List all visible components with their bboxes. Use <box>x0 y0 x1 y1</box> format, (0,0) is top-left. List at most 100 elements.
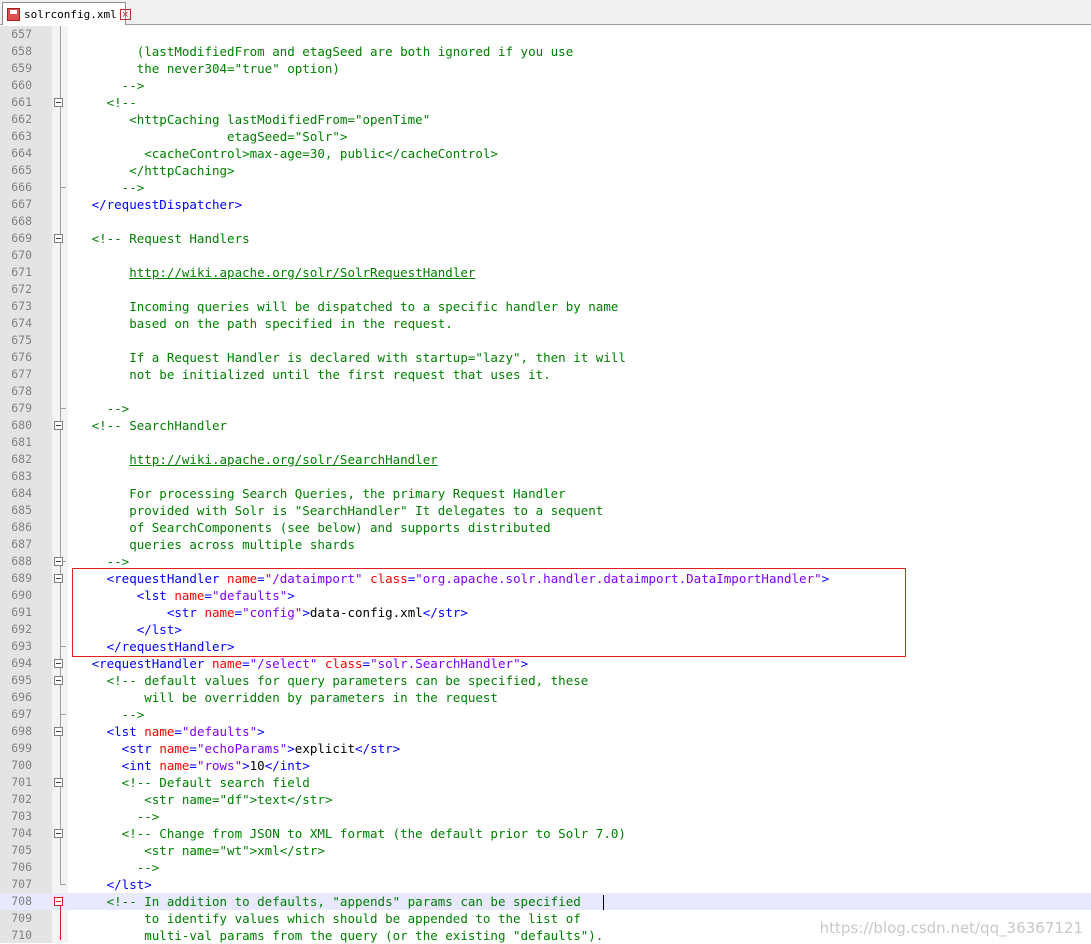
code-line[interactable]: 674 based on the path specified in the r… <box>0 315 1091 332</box>
line-text[interactable]: Incoming queries will be dispatched to a… <box>69 298 618 315</box>
code-line[interactable]: 668 <box>0 213 1091 230</box>
code-line[interactable]: 673 Incoming queries will be dispatched … <box>0 298 1091 315</box>
line-text[interactable]: http://wiki.apache.org/solr/SolrRequestH… <box>69 264 475 281</box>
code-line[interactable]: 700 <int name="rows">10</int> <box>0 757 1091 774</box>
code-line[interactable]: 658 (lastModifiedFrom and etagSeed are b… <box>0 43 1091 60</box>
fold-toggle-icon[interactable] <box>54 659 63 668</box>
line-text[interactable]: --> <box>69 859 160 876</box>
line-text[interactable]: <!-- default values for query parameters… <box>69 672 589 689</box>
line-text[interactable]: <!-- In addition to defaults, "appends" … <box>69 893 581 910</box>
line-text[interactable]: queries across multiple shards <box>69 536 355 553</box>
fold-toggle-icon[interactable] <box>54 98 63 107</box>
code-line[interactable]: 677 not be initialized until the first r… <box>0 366 1091 383</box>
fold-toggle-icon[interactable] <box>54 897 63 906</box>
code-line[interactable]: 667 </requestDispatcher> <box>0 196 1091 213</box>
code-line[interactable]: 692 </lst> <box>0 621 1091 638</box>
code-line[interactable]: 694 <requestHandler name="/select" class… <box>0 655 1091 672</box>
line-text[interactable]: <!-- Request Handlers <box>69 230 250 247</box>
line-text[interactable]: <str name="config">data-config.xml</str> <box>69 604 468 621</box>
code-line[interactable]: 657 <box>0 26 1091 43</box>
line-text[interactable]: --> <box>69 808 160 825</box>
code-line[interactable]: 662 <httpCaching lastModifiedFrom="openT… <box>0 111 1091 128</box>
line-text[interactable]: provided with Solr is "SearchHandler" It… <box>69 502 603 519</box>
code-line[interactable]: 661 <!-- <box>0 94 1091 111</box>
line-text[interactable]: </lst> <box>69 876 152 893</box>
code-line[interactable]: 682 http://wiki.apache.org/solr/SearchHa… <box>0 451 1091 468</box>
line-text[interactable]: <!-- SearchHandler <box>69 417 227 434</box>
fold-toggle-icon[interactable] <box>54 676 63 685</box>
code-line[interactable]: 706 --> <box>0 859 1091 876</box>
line-text[interactable]: (lastModifiedFrom and etagSeed are both … <box>69 43 574 60</box>
fold-toggle-icon[interactable] <box>54 234 63 243</box>
code-line[interactable]: 660 --> <box>0 77 1091 94</box>
code-line[interactable]: 687 queries across multiple shards <box>0 536 1091 553</box>
code-line[interactable]: 678 <box>0 383 1091 400</box>
line-text[interactable]: --> <box>69 77 145 94</box>
line-text[interactable]: </requestHandler> <box>69 638 235 655</box>
code-line[interactable]: 691 <str name="config">data-config.xml</… <box>0 604 1091 621</box>
line-text[interactable]: to identify values which should be appen… <box>69 910 581 927</box>
code-line[interactable]: 670 <box>0 247 1091 264</box>
close-icon[interactable]: × <box>119 8 131 20</box>
line-text[interactable]: <!-- <box>69 94 137 111</box>
code-line[interactable]: 696 will be overridden by parameters in … <box>0 689 1091 706</box>
code-line[interactable]: 681 <box>0 434 1091 451</box>
code-line[interactable]: 669 <!-- Request Handlers <box>0 230 1091 247</box>
code-line[interactable]: 659 the never304="true" option) <box>0 60 1091 77</box>
line-text[interactable]: </requestDispatcher> <box>69 196 243 213</box>
code-line[interactable]: 663 etagSeed="Solr"> <box>0 128 1091 145</box>
code-line[interactable]: 689 <requestHandler name="/dataimport" c… <box>0 570 1091 587</box>
line-text[interactable]: --> <box>69 400 130 417</box>
code-line[interactable]: 702 <str name="df">text</str> <box>0 791 1091 808</box>
line-text[interactable]: <!-- Default search field <box>69 774 310 791</box>
code-line[interactable]: 686 of SearchComponents (see below) and … <box>0 519 1091 536</box>
code-line[interactable]: 705 <str name="wt">xml</str> <box>0 842 1091 859</box>
code-link[interactable]: http://wiki.apache.org/solr/SolrRequestH… <box>129 265 475 280</box>
code-line[interactable]: 672 <box>0 281 1091 298</box>
line-text[interactable]: --> <box>69 706 145 723</box>
line-text[interactable]: --> <box>69 553 130 570</box>
fold-toggle-icon[interactable] <box>54 829 63 838</box>
code-link[interactable]: http://wiki.apache.org/solr/SearchHandle… <box>129 452 438 467</box>
code-line[interactable]: 707 </lst> <box>0 876 1091 893</box>
line-text[interactable]: <str name="echoParams">explicit</str> <box>69 740 401 757</box>
line-text[interactable]: <httpCaching lastModifiedFrom="openTime" <box>69 111 430 128</box>
line-text[interactable]: --> <box>69 179 145 196</box>
line-text[interactable]: <cacheControl>max-age=30, public</cacheC… <box>69 145 498 162</box>
line-text[interactable]: not be initialized until the first reque… <box>69 366 550 383</box>
code-line[interactable]: 703 --> <box>0 808 1091 825</box>
code-line[interactable]: 708 <!-- In addition to defaults, "appen… <box>0 893 1091 910</box>
code-line[interactable]: 698 <lst name="defaults"> <box>0 723 1091 740</box>
line-text[interactable]: </lst> <box>69 621 182 638</box>
line-text[interactable]: <lst name="defaults"> <box>69 723 265 740</box>
line-text[interactable]: <str name="df">text</str> <box>69 791 332 808</box>
fold-toggle-icon[interactable] <box>54 778 63 787</box>
code-line[interactable]: 699 <str name="echoParams">explicit</str… <box>0 740 1091 757</box>
file-tab-solrconfig[interactable]: solrconfig.xml × <box>2 2 131 25</box>
code-line[interactable]: 664 <cacheControl>max-age=30, public</ca… <box>0 145 1091 162</box>
code-line[interactable]: 675 <box>0 332 1091 349</box>
code-line[interactable]: 671 http://wiki.apache.org/solr/SolrRequ… <box>0 264 1091 281</box>
line-text[interactable]: <requestHandler name="/select" class="so… <box>69 655 529 672</box>
line-text[interactable]: <lst name="defaults"> <box>69 587 295 604</box>
code-line[interactable]: 695 <!-- default values for query parame… <box>0 672 1091 689</box>
code-editor[interactable]: 657 658 (lastModifiedFrom and etagSeed ar… <box>0 26 1091 943</box>
code-line[interactable]: 690 <lst name="defaults"> <box>0 587 1091 604</box>
line-text[interactable]: <!-- Change from JSON to XML format (the… <box>69 825 626 842</box>
code-line[interactable]: 666 --> <box>0 179 1091 196</box>
line-text[interactable]: of SearchComponents (see below) and supp… <box>69 519 550 536</box>
line-text[interactable]: the never304="true" option) <box>69 60 340 77</box>
code-line[interactable]: 693 </requestHandler> <box>0 638 1091 655</box>
line-text[interactable]: <int name="rows">10</int> <box>69 757 310 774</box>
line-text[interactable]: If a Request Handler is declared with st… <box>69 349 626 366</box>
code-line[interactable]: 704 <!-- Change from JSON to XML format … <box>0 825 1091 842</box>
code-area[interactable]: 657 658 (lastModifiedFrom and etagSeed ar… <box>0 26 1091 943</box>
line-text[interactable]: based on the path specified in the reque… <box>69 315 453 332</box>
line-text[interactable]: http://wiki.apache.org/solr/SearchHandle… <box>69 451 438 468</box>
code-line[interactable]: 688 --> <box>0 553 1091 570</box>
code-line[interactable]: 680 <!-- SearchHandler <box>0 417 1091 434</box>
code-line[interactable]: 701 <!-- Default search field <box>0 774 1091 791</box>
line-text[interactable]: will be overridden by parameters in the … <box>69 689 498 706</box>
fold-toggle-icon[interactable] <box>54 574 63 583</box>
line-text[interactable]: </httpCaching> <box>69 162 234 179</box>
